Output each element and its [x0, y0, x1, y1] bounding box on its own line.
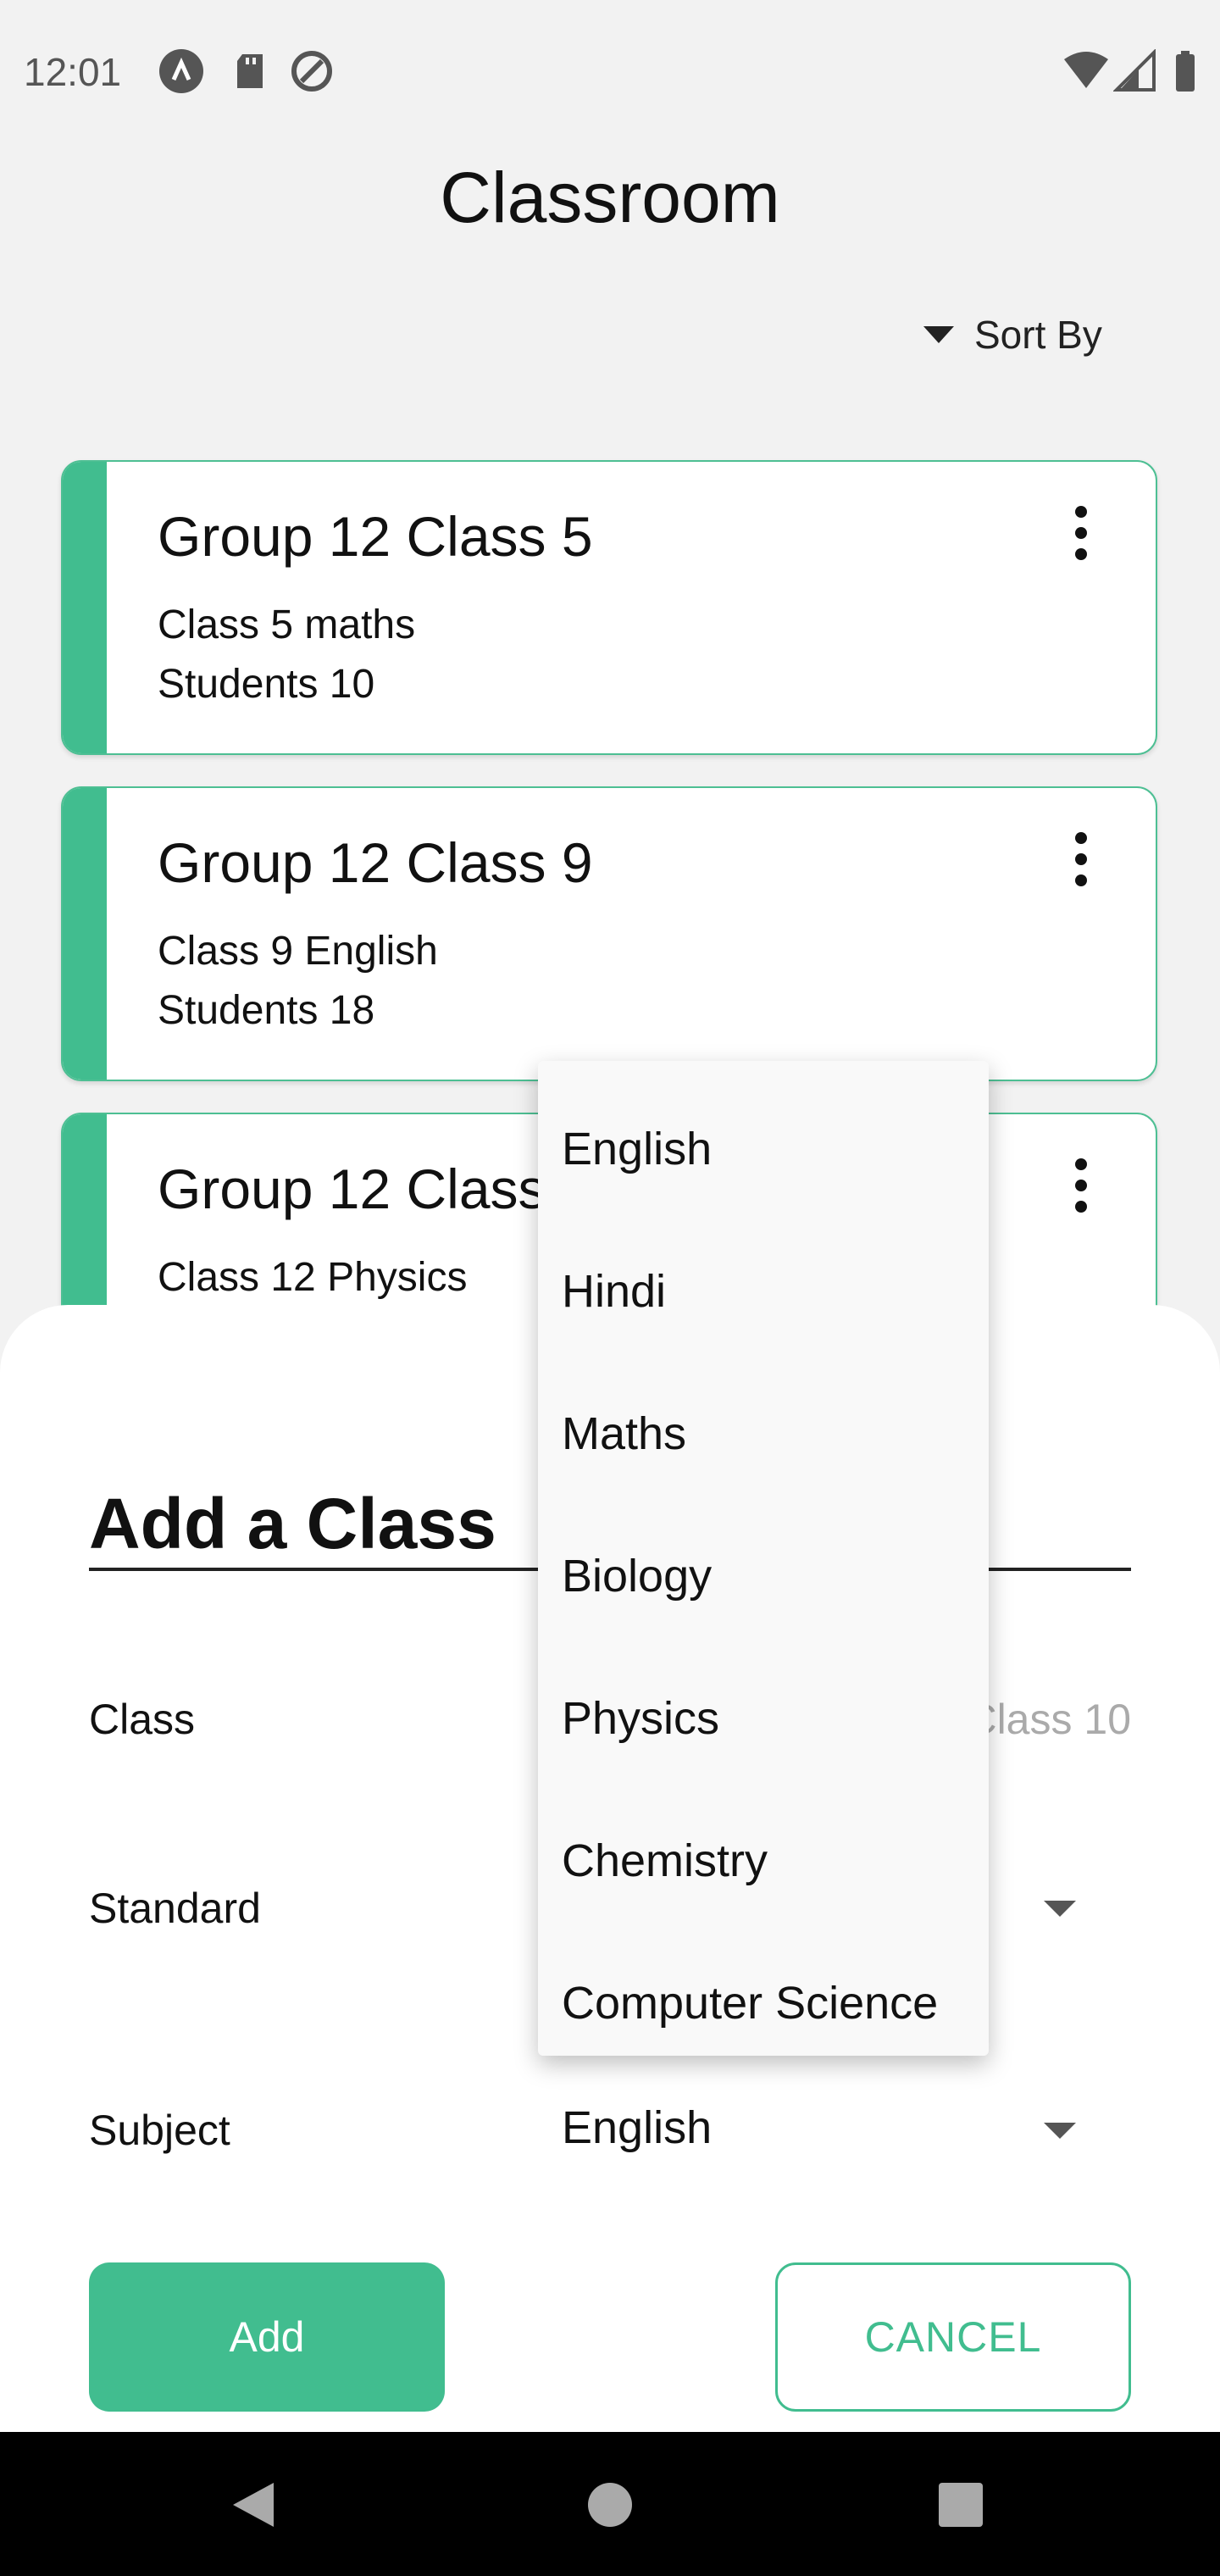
class-card[interactable]: Group 12 Class 9 Class 9 English Student…: [61, 786, 1157, 1081]
more-options-icon[interactable]: [1073, 506, 1090, 560]
sort-by-label: Sort By: [974, 313, 1102, 357]
class-card[interactable]: Group 12 Class 5 Class 5 maths Students …: [61, 460, 1157, 755]
card-accent-bar: [63, 462, 107, 753]
more-options-icon[interactable]: [1073, 832, 1090, 886]
more-options-icon[interactable]: [1073, 1158, 1090, 1213]
standard-dropdown-arrow-icon[interactable]: [1044, 1901, 1076, 1917]
dropdown-arrow-icon: [923, 326, 954, 343]
wifi-icon: [1064, 52, 1108, 88]
card-title: Group 12 Class 9: [158, 831, 593, 894]
subject-select[interactable]: English: [562, 2101, 712, 2154]
battery-icon: [1176, 51, 1195, 92]
status-bar: 12:01: [0, 0, 1220, 144]
cancel-button[interactable]: CANCEL: [775, 2262, 1131, 2412]
menu-item-chemistry[interactable]: Chemistry: [538, 1790, 989, 1932]
status-time: 12:01: [24, 50, 122, 94]
home-icon[interactable]: [588, 2483, 632, 2527]
subject-dropdown-menu: English Hindi Maths Biology Physics Chem…: [538, 1061, 989, 2056]
menu-item-biology[interactable]: Biology: [538, 1505, 989, 1647]
standard-label: Standard: [89, 1885, 261, 1932]
menu-item-physics[interactable]: Physics: [538, 1647, 989, 1790]
card-students: Students 10: [158, 662, 375, 707]
menu-item-english[interactable]: English: [538, 1078, 989, 1220]
system-nav-bar: [0, 2432, 1220, 2576]
card-students: Students 18: [158, 988, 375, 1033]
card-title: Group 12 Class 5: [158, 505, 593, 568]
card-subject: Class 12 Physics: [158, 1255, 468, 1300]
app-notification-icon: [159, 49, 203, 93]
back-icon[interactable]: [233, 2483, 274, 2527]
page-title: Classroom: [440, 158, 780, 237]
recents-icon[interactable]: [939, 2483, 983, 2527]
subject-label: Subject: [89, 2107, 230, 2154]
signal-icon: [1113, 49, 1156, 92]
sheet-title: Add a Class: [89, 1484, 496, 1563]
card-subject: Class 9 English: [158, 929, 438, 974]
sd-card-icon: [237, 54, 263, 88]
card-title: Group 12 Class: [158, 1158, 546, 1220]
class-label: Class: [89, 1696, 196, 1743]
sort-by-button[interactable]: Sort By: [923, 305, 1102, 364]
add-button[interactable]: Add: [89, 2262, 445, 2412]
class-input[interactable]: Class 10: [966, 1695, 1131, 1744]
card-accent-bar: [63, 788, 107, 1080]
subject-dropdown-arrow-icon[interactable]: [1044, 2123, 1076, 2139]
menu-item-hindi[interactable]: Hindi: [538, 1220, 989, 1363]
menu-item-computer-science[interactable]: Computer Science: [538, 1932, 989, 2074]
card-subject: Class 5 maths: [158, 602, 416, 647]
menu-item-maths[interactable]: Maths: [538, 1363, 989, 1505]
data-saver-icon: [291, 51, 332, 92]
